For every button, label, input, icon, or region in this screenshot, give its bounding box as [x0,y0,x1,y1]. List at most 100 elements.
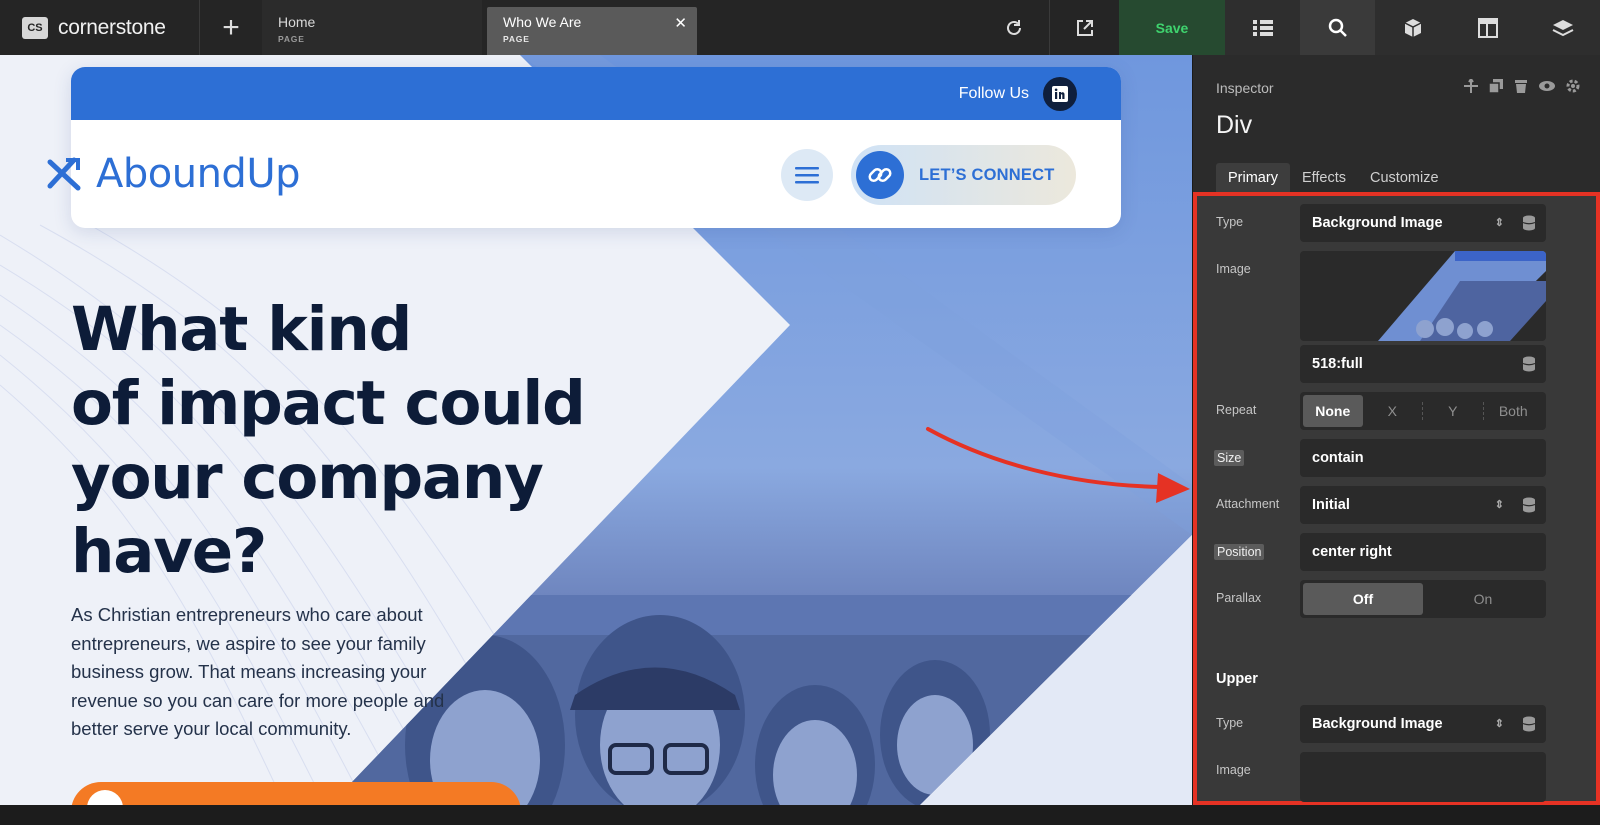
database-icon[interactable] [1522,356,1536,372]
upper-image-label: Image [1216,763,1251,777]
size-label: Size [1214,450,1245,466]
search-icon[interactable] [1300,0,1375,55]
trash-icon[interactable] [1514,79,1528,93]
image-thumbnail [1378,251,1546,341]
lets-connect-button[interactable]: LET’S CONNECT [851,145,1076,205]
database-icon[interactable] [1522,497,1536,513]
paragraph-line: As Christian entrepreneurs who care abou… [71,604,423,625]
type-value: Background Image [1312,215,1443,231]
inspector-title: Inspector [1216,80,1274,96]
paragraph-line: entrepreneurs, we aspire to see your fam… [71,632,426,654]
paragraph-line: better serve your local community. [71,718,352,739]
move-icon[interactable] [1464,79,1478,93]
position-label: Position [1214,544,1265,560]
eye-icon[interactable] [1539,79,1555,93]
cube-icon[interactable] [1375,0,1450,55]
headline-line: your company [71,442,544,513]
hero-headline: What kind of impact could your company h… [71,293,631,589]
chevron-updown-icon: ⇕ [1494,499,1504,511]
position-input[interactable]: center right [1300,533,1546,571]
tab-who-we-are[interactable]: Who We Are PAGE ✕ [487,7,697,55]
logo-text: AboundUp [96,151,301,197]
list-icon[interactable] [1225,0,1300,55]
tab-primary[interactable]: Primary [1216,163,1290,192]
tab-customize[interactable]: Customize [1358,163,1451,192]
parallax-off[interactable]: Off [1303,583,1423,615]
selected-element-name: Div [1216,111,1253,139]
parallax-label: Parallax [1216,591,1262,605]
upper-group-title: Upper [1216,671,1258,687]
tab-kind: PAGE [278,34,305,44]
headline-line: of impact could [71,368,586,439]
type-select[interactable]: Background Image ⇕ [1300,204,1546,242]
database-icon[interactable] [1522,215,1536,231]
layout-icon[interactable] [1450,0,1525,55]
aboundup-logo-icon [47,157,81,191]
upper-type-value: Background Image [1312,716,1443,732]
database-icon[interactable] [1522,716,1536,732]
upper-image-preview[interactable] [1300,752,1546,802]
tab-kind: PAGE [503,34,530,44]
link-icon [856,151,904,199]
inspector-tabs: Primary Effects Customize [1216,163,1451,192]
brand-name: cornerstone [58,15,166,39]
plus-icon[interactable]: + [200,0,262,55]
repeat-segmented-control: None X Y Both [1300,392,1546,430]
hamburger-icon[interactable] [781,149,833,201]
save-button[interactable]: Save [1119,0,1225,55]
close-icon[interactable]: ✕ [674,14,687,32]
tab-title: Home [278,14,316,30]
follow-us-label: Follow Us [958,84,1029,102]
repeat-label: Repeat [1216,403,1257,417]
chevron-updown-icon: ⇕ [1494,718,1504,730]
repeat-none[interactable]: None [1303,395,1363,427]
annotation-arrow [926,427,1190,503]
tab-effects[interactable]: Effects [1290,163,1358,192]
upper-type-select[interactable]: Background Image ⇕ [1300,705,1546,743]
paragraph-line: business grow. That means increasing you… [71,661,427,682]
copy-icon[interactable] [1489,79,1503,93]
repeat-x[interactable]: X [1363,395,1423,427]
gear-icon[interactable] [1566,79,1580,93]
brand: CS cornerstone [0,0,200,55]
repeat-y[interactable]: Y [1423,395,1483,427]
inspector-actions [1464,79,1580,93]
background-controls-highlight: Type Background Image ⇕ Image 518:full R… [1193,192,1600,805]
parallax-toggle: Off On [1300,580,1546,618]
image-size-value: 518:full [1312,356,1363,372]
type-label: Type [1216,215,1244,229]
cornerstone-logo-icon: CS [22,16,48,39]
tab-title: Who We Are [503,14,582,30]
cta-button[interactable] [71,782,521,805]
image-label: Image [1216,262,1251,276]
image-preview[interactable] [1300,251,1546,341]
headline-line: What kind [71,294,412,365]
size-input[interactable]: contain [1300,439,1546,477]
headline-line: have? [71,516,267,587]
paragraph-line: revenue so you can care for more people … [71,689,445,711]
parallax-on[interactable]: On [1423,583,1543,615]
image-size-select[interactable]: 518:full [1300,345,1546,383]
upper-type-label: Type [1216,716,1244,730]
attachment-value: Initial [1312,497,1350,513]
page-preview-canvas[interactable]: Follow Us AboundUp LET’S CONNECT What ki… [0,55,1192,805]
repeat-both[interactable]: Both [1484,395,1544,427]
site-logo[interactable]: AboundUp [44,151,301,197]
attachment-label: Attachment [1216,497,1280,511]
attachment-select[interactable]: Initial ⇕ [1300,486,1546,524]
tab-home[interactable]: Home PAGE [262,0,482,55]
linkedin-icon[interactable] [1043,76,1077,111]
app-toolbar: CS cornerstone + Home PAGE Who We Are PA… [0,0,1600,55]
hero-paragraph: As Christian entrepreneurs who care abou… [71,601,501,744]
size-value: contain [1312,450,1364,466]
refresh-icon[interactable] [979,0,1049,55]
position-value: center right [1312,544,1392,560]
cta-icon [87,790,123,805]
chevron-updown-icon: ⇕ [1494,217,1504,229]
canvas-bottom-strip [0,805,1600,825]
header-topbar: Follow Us [71,67,1121,120]
lets-connect-label: LET’S CONNECT [919,165,1055,184]
inspector-panel: Inspector Div Primary Effects Customize … [1193,55,1600,805]
external-link-icon[interactable] [1049,0,1119,55]
layers-icon[interactable] [1525,0,1600,55]
